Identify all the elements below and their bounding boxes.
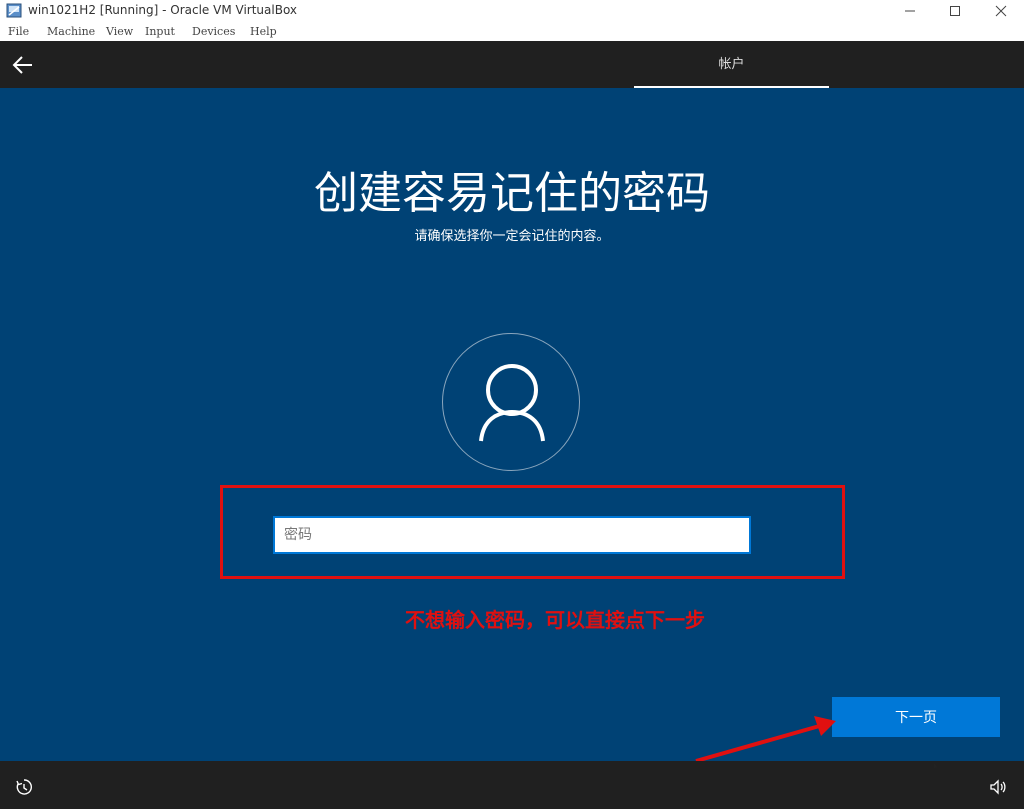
window-title-bar: win1021H2 [Running] - Oracle VM VirtualB… <box>0 0 1024 22</box>
user-icon <box>479 364 545 442</box>
next-button[interactable]: 下一页 <box>832 697 1000 737</box>
close-button[interactable] <box>978 0 1024 22</box>
tab-account: 帐户 <box>718 57 745 72</box>
maximize-icon <box>950 6 960 16</box>
page-subtitle: 请确保选择你一定会记住的内容。 <box>414 229 610 244</box>
ease-of-access-icon <box>16 779 32 795</box>
menu-input[interactable]: Input <box>145 25 175 38</box>
virtualbox-app-icon <box>6 3 22 18</box>
avatar <box>442 333 580 471</box>
maximize-button[interactable] <box>932 0 978 22</box>
vm-screen: 帐户 创建容易记住的密码 请确保选择你一定会记住的内容。 不想输入密码，可以直接… <box>0 41 1024 809</box>
minimize-icon <box>905 10 915 12</box>
oobe-header: 帐户 <box>0 41 1024 88</box>
volume-button[interactable] <box>988 777 1008 797</box>
page-title: 创建容易记住的密码 <box>314 168 710 219</box>
menu-view[interactable]: View <box>106 25 133 38</box>
menu-machine[interactable]: Machine <box>47 25 95 38</box>
mouse-cursor-icon <box>934 763 939 769</box>
menu-help[interactable]: Help <box>250 25 277 38</box>
window-title: win1021H2 [Running] - Oracle VM VirtualB… <box>28 3 298 17</box>
menu-devices[interactable]: Devices <box>192 25 235 38</box>
volume-icon <box>990 779 1006 795</box>
close-icon <box>995 5 1007 17</box>
annotation-text: 不想输入密码，可以直接点下一步 <box>405 608 705 632</box>
oobe-footer <box>0 761 1024 809</box>
password-input[interactable] <box>273 516 751 554</box>
back-button[interactable] <box>10 52 36 78</box>
minimize-button[interactable] <box>887 0 933 22</box>
menu-file[interactable]: File <box>8 25 29 38</box>
menu-bar: File Machine View Input Devices Help <box>0 22 1024 41</box>
back-arrow-icon <box>12 56 32 74</box>
tab-active-indicator <box>634 86 829 88</box>
ease-of-access-button[interactable] <box>14 777 34 797</box>
